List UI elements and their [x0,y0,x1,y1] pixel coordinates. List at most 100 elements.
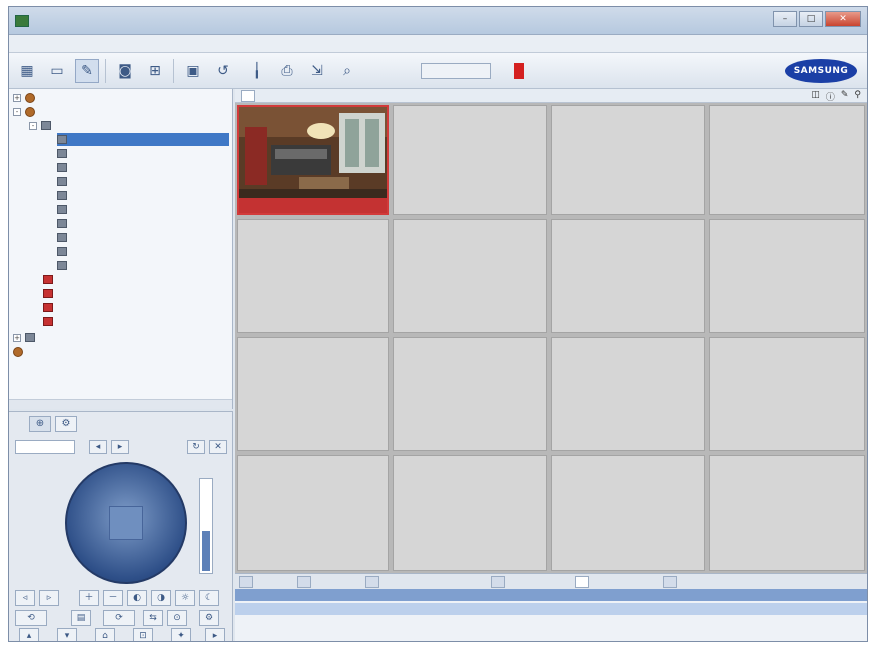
video-cell[interactable] [709,105,865,215]
tree-camera-row-selected[interactable] [57,133,229,146]
tools-icon[interactable]: ✎ [75,59,99,83]
iris-close-icon[interactable]: ☾ [199,590,219,606]
tree-site-row[interactable]: + [13,91,39,104]
tree-camera-row[interactable] [57,217,71,230]
tree-camera-row[interactable] [57,231,71,244]
tree-site-row[interactable] [13,345,27,358]
tab-event-active[interactable] [575,576,589,588]
tree-camera-row[interactable] [57,259,71,272]
tab-event[interactable] [297,576,311,588]
tree-camera-row[interactable] [57,175,71,188]
joystick-center[interactable] [109,506,143,540]
settings-icon[interactable]: ⚙ [199,610,219,626]
expand-icon[interactable]: - [29,121,37,130]
tree-device-row[interactable]: - [29,119,55,132]
edit-icon[interactable]: ✎ [841,90,849,103]
preset-set-icon[interactable]: ▸ [111,440,129,454]
up-icon[interactable]: ▴ [19,628,39,641]
zoom-out-icon[interactable]: － [103,590,123,606]
ptz-tab-control[interactable]: ⊕ [29,416,51,432]
refresh-icon[interactable]: ↻ [187,440,205,454]
pan-right-icon[interactable]: ▹ [39,590,59,606]
video-cell[interactable] [237,337,389,451]
tab-layout[interactable] [241,90,255,102]
tree-alarm-row[interactable] [43,273,57,286]
down-icon[interactable]: ▾ [57,628,77,641]
tab-event[interactable] [365,576,379,588]
column-header[interactable] [775,589,779,601]
preset-go-icon[interactable]: ◂ [89,440,107,454]
clear-icon[interactable]: ✕ [209,440,227,454]
video-cell[interactable] [393,337,547,451]
video-cell[interactable] [237,219,389,333]
table-row[interactable] [235,603,867,615]
playback-icon[interactable]: ↺ [211,59,235,83]
search-icon[interactable]: ⌕ [335,59,359,83]
pattern-icon[interactable]: ▤ [71,610,91,626]
video-cell[interactable] [551,105,705,215]
more-icon[interactable]: ▸ [205,628,225,641]
tree-camera-row[interactable] [57,189,71,202]
minimize-button[interactable]: – [773,11,797,27]
zoom-slider[interactable] [199,478,213,574]
layout-icon[interactable]: ▦ [15,59,39,83]
video-cell[interactable] [551,455,705,571]
video-cell-live[interactable] [237,105,389,215]
column-header[interactable] [655,589,659,601]
aux-icon[interactable]: ⊙ [167,610,187,626]
camera-icon[interactable]: ◙ [113,59,137,83]
scan-icon[interactable]: ⟳ [103,610,135,626]
video-cell[interactable] [709,455,865,571]
video-cell[interactable] [393,105,547,215]
tab-event[interactable] [663,576,677,588]
print-icon[interactable]: ⎙ [275,59,299,83]
focus-far-icon[interactable]: ◑ [151,590,171,606]
video-cell[interactable] [393,455,547,571]
swing-icon[interactable]: ⇆ [143,610,163,626]
video-cell[interactable] [709,219,865,333]
pan-left-icon[interactable]: ◃ [15,590,35,606]
expand-icon[interactable]: + [13,333,21,342]
video-cell[interactable] [237,455,389,571]
column-header[interactable] [235,589,239,601]
pen-icon[interactable]: ╽ [245,59,269,83]
tree-camera-row[interactable] [57,245,71,258]
focus-near-icon[interactable]: ◐ [127,590,147,606]
column-header[interactable] [355,589,359,601]
grid-icon[interactable]: ⊞ [143,59,167,83]
maximize-button[interactable]: □ [799,11,823,27]
video-cell[interactable] [551,337,705,451]
tree-site-row[interactable]: - [13,105,39,118]
monitor-icon[interactable]: ▭ [45,59,69,83]
light-icon[interactable]: ✦ [171,628,191,641]
tree-group-row[interactable]: + [13,331,39,344]
tree-alarm-row[interactable] [43,315,57,328]
tour-icon[interactable]: ⟲ [15,610,47,626]
tree-scrollbar[interactable] [9,399,232,409]
ptz-tab-settings[interactable]: ⚙ [55,416,77,432]
tree-camera-row[interactable] [57,161,71,174]
video-cell[interactable] [709,337,865,451]
video-cell[interactable] [551,219,705,333]
tree-camera-row[interactable] [57,203,71,216]
expand-icon[interactable]: + [13,93,21,102]
home-icon[interactable]: ⌂ [95,628,115,641]
video-cell[interactable] [393,219,547,333]
lock-icon[interactable]: ⊡ [133,628,153,641]
tree-alarm-row[interactable] [43,287,57,300]
zoom-field[interactable] [421,63,491,79]
tree-alarm-row[interactable] [43,301,57,314]
expand-icon[interactable]: - [13,107,21,116]
iris-open-icon[interactable]: ☼ [175,590,195,606]
column-header[interactable] [535,589,539,601]
ptz-joystick[interactable] [65,462,187,584]
zoom-in-icon[interactable]: ＋ [79,590,99,606]
pin-icon[interactable]: ⚲ [854,90,861,103]
export-icon[interactable]: ⇲ [305,59,329,83]
tab-event[interactable] [491,576,505,588]
preset-select[interactable] [15,440,75,454]
close-button[interactable]: ✕ [825,11,861,27]
sequence-icon[interactable]: ◫ [811,90,820,103]
tree-camera-row[interactable] [57,147,71,160]
info-icon[interactable]: ⓘ [826,90,835,103]
